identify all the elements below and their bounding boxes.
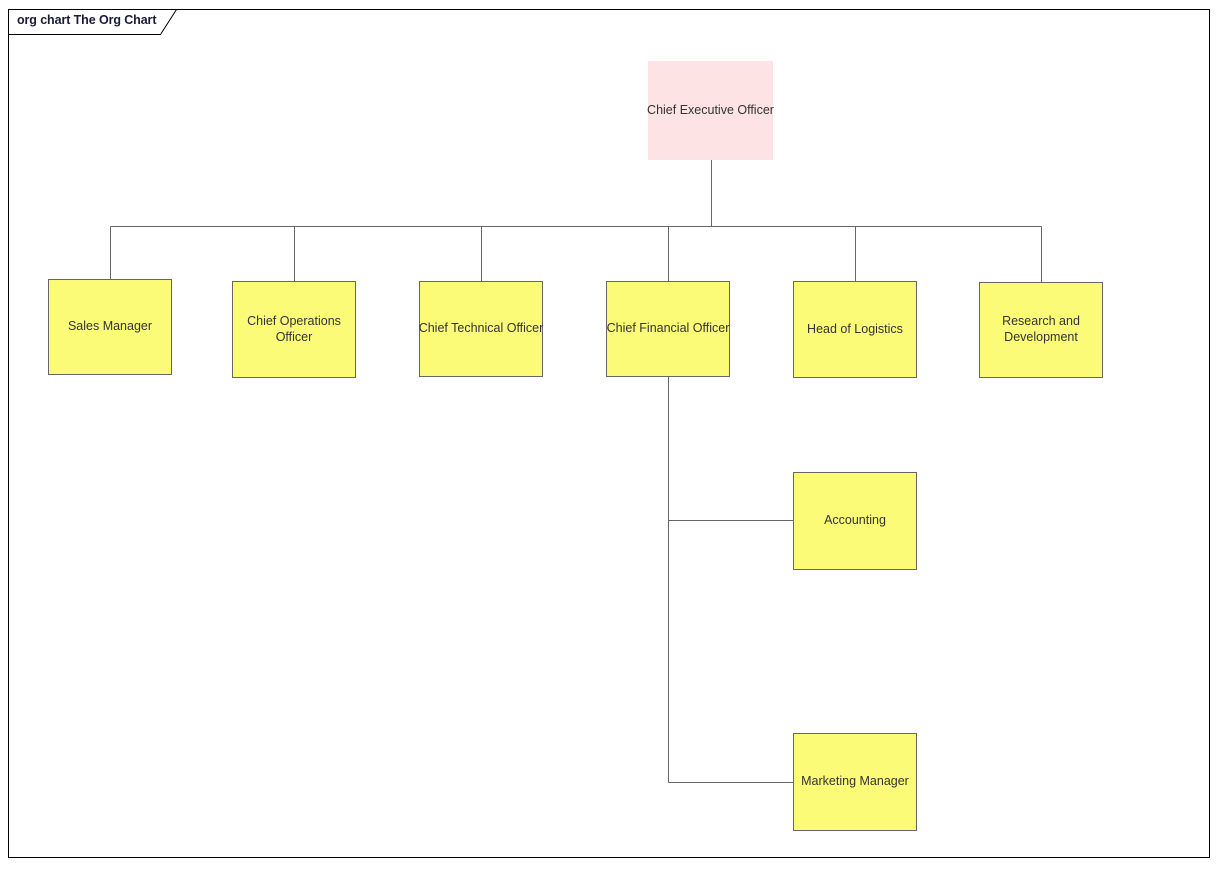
node-label-research-and-development: Research and Development — [1002, 314, 1080, 344]
node-marketing-manager[interactable]: Marketing Manager — [793, 733, 917, 831]
node-head-of-logistics[interactable]: Head of Logistics — [793, 281, 917, 378]
diagram-title-label: org chart The Org Chart — [17, 13, 157, 27]
node-label-marketing-manager: Marketing Manager — [801, 774, 909, 789]
node-accounting[interactable]: Accounting — [793, 472, 917, 570]
node-research-and-development[interactable]: Research and Development — [979, 282, 1103, 378]
node-label-chief-financial-officer: Chief Financial Officer — [606, 321, 730, 336]
node-chief-operations-officer[interactable]: Chief Operations Officer — [232, 281, 356, 378]
node-label-chief-technical-officer: Chief Technical Officer — [418, 321, 544, 336]
org-chart-canvas: org chart The Org Chart Chief Executive … — [0, 0, 1219, 873]
node-label-accounting: Accounting — [824, 513, 886, 528]
node-chief-financial-officer[interactable]: Chief Financial Officer — [606, 281, 730, 377]
page-frame — [8, 9, 1210, 858]
node-chief-executive-officer[interactable]: Chief Executive Officer — [647, 61, 774, 160]
node-label-chief-executive-officer: Chief Executive Officer — [647, 102, 774, 117]
node-label-head-of-logistics: Head of Logistics — [807, 321, 903, 336]
diagram-title-tab[interactable]: org chart The Org Chart — [8, 9, 178, 35]
node-sales-manager[interactable]: Sales Manager — [48, 279, 172, 375]
node-label-sales-manager: Sales Manager — [67, 319, 153, 334]
node-label-chief-operations-officer: Chief Operations Officer — [247, 313, 341, 344]
node-chief-technical-officer[interactable]: Chief Technical Officer — [419, 281, 543, 377]
